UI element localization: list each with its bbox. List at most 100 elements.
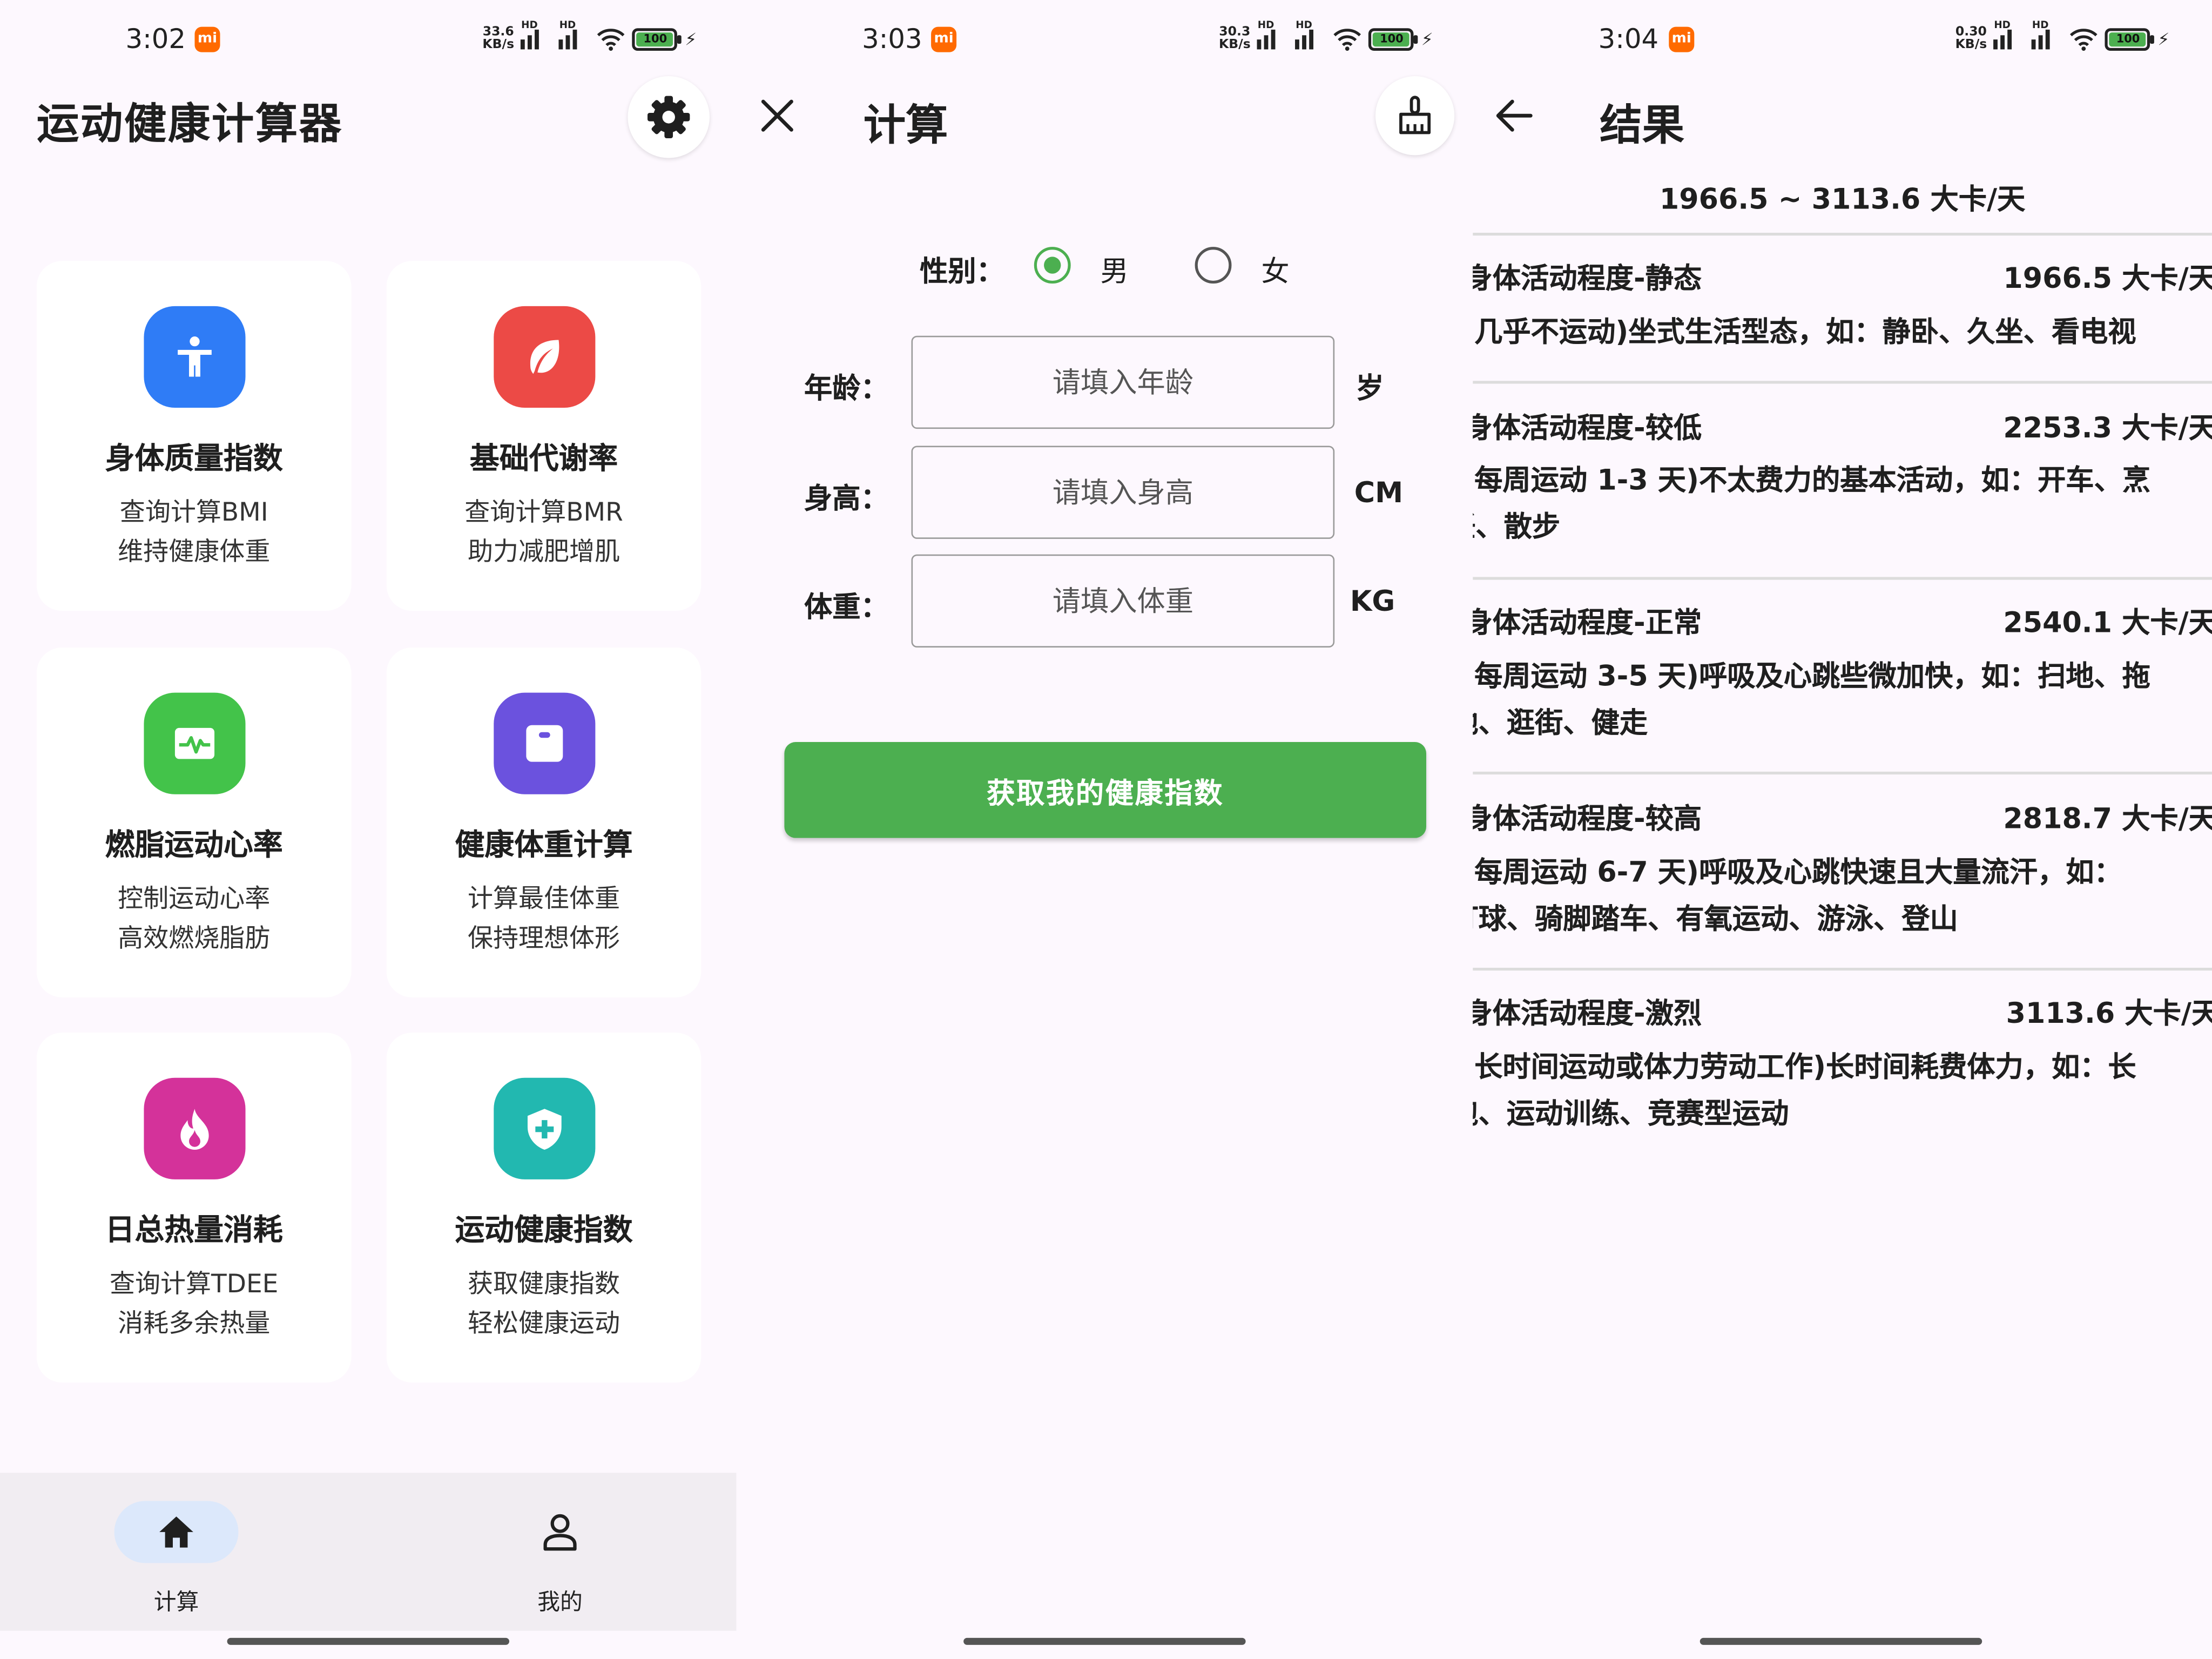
card-fat-burn-heart-rate[interactable]: 燃脂运动心率 控制运动心率 高效燃烧脂肪 bbox=[36, 648, 352, 997]
home-icon bbox=[159, 1516, 193, 1548]
broom-icon bbox=[1399, 96, 1431, 134]
net-speed: 30.3 KB/s bbox=[1218, 25, 1251, 52]
card-title: 健康体重计算 bbox=[455, 828, 633, 862]
card-subtitle: 轻松健康运动 bbox=[467, 1309, 621, 1339]
activity-level-name: 身体活动程度-较高 bbox=[1473, 801, 1702, 835]
height-input[interactable] bbox=[911, 446, 1335, 539]
gender-label: 性别： bbox=[920, 254, 1004, 288]
activity-level-desc: (每周运动 6-7 天)呼吸及心跳快速且大量流汗，如： bbox=[1473, 855, 2122, 889]
back-arrow-icon[interactable] bbox=[1493, 96, 1535, 136]
card-subtitle: 查询计算BMI bbox=[119, 498, 268, 528]
close-icon[interactable] bbox=[759, 96, 795, 136]
shield-plus-icon bbox=[494, 1077, 596, 1179]
get-health-index-button[interactable]: 获取我的健康指数 bbox=[784, 742, 1426, 838]
calorie-range: 1966.5 ~ 3113.6 大卡/天 bbox=[1659, 181, 2026, 216]
battery-icon: 100 bbox=[2105, 28, 2155, 51]
divider bbox=[1473, 233, 2212, 235]
gender-female-radio[interactable] bbox=[1195, 247, 1232, 284]
status-time: 3:03 bbox=[862, 24, 922, 55]
person-icon bbox=[543, 1514, 577, 1551]
nav-mine[interactable]: 我的 bbox=[498, 1501, 622, 1616]
gender-male-radio[interactable] bbox=[1034, 247, 1071, 284]
card-bmi[interactable]: 身体质量指数 查询计算BMI 维持健康体重 bbox=[36, 261, 352, 611]
heart-monitor-icon bbox=[144, 692, 246, 794]
age-input[interactable] bbox=[911, 335, 1335, 429]
height-unit: CM bbox=[1354, 475, 1404, 510]
bottom-navigation: 计算 我的 bbox=[0, 1473, 737, 1631]
activity-level-desc: (几乎不运动)坐式生活型态，如：静卧、久坐、看电视 bbox=[1473, 314, 2136, 349]
accessibility-icon bbox=[144, 306, 246, 408]
status-icons: 30.3 KB/s HD HD 100 ⚡ bbox=[1218, 20, 1433, 53]
gender-male-label: 男 bbox=[1100, 254, 1129, 288]
flame-icon bbox=[144, 1077, 246, 1179]
nav-active-indicator bbox=[114, 1501, 239, 1563]
card-subtitle: 查询计算BMR bbox=[464, 498, 623, 528]
settings-button[interactable] bbox=[628, 76, 710, 158]
result-screen: 3:04 mi 0.30 KB/s HD HD 100 ⚡ 结果 1966.5 ~… bbox=[1473, 0, 2212, 1659]
gender-female-label: 女 bbox=[1261, 254, 1290, 288]
clear-button[interactable] bbox=[1375, 76, 1455, 156]
divider bbox=[1473, 577, 2212, 579]
card-subtitle: 消耗多余热量 bbox=[118, 1309, 271, 1339]
card-sport-health-index[interactable]: 运动健康指数 获取健康指数 轻松健康运动 bbox=[386, 1033, 702, 1383]
card-title: 运动健康指数 bbox=[455, 1213, 633, 1247]
card-title: 燃脂运动心率 bbox=[105, 828, 283, 862]
activity-level-desc: 地、逛街、健走 bbox=[1473, 705, 1648, 739]
gear-icon bbox=[648, 96, 690, 139]
weight-input[interactable] bbox=[911, 554, 1335, 648]
nav-label: 我的 bbox=[537, 1588, 583, 1616]
home-screen: 3:02 mi 33.6 KB/s HD HD 100 ⚡ 运动健康计算器 身体… bbox=[0, 0, 737, 1659]
mi-notification-icon: mi bbox=[194, 26, 220, 52]
nav-calculate[interactable]: 计算 bbox=[114, 1501, 239, 1616]
gesture-bar[interactable] bbox=[227, 1637, 510, 1645]
activity-level-value: 1966.5 大卡/天 bbox=[2003, 261, 2212, 295]
activity-level-desc: (每周运动 1-3 天)不太费力的基本活动，如：开车、烹 bbox=[1473, 462, 2150, 497]
wifi-icon bbox=[1334, 29, 1362, 51]
charging-icon: ⚡ bbox=[2157, 29, 2170, 50]
charging-icon: ⚡ bbox=[685, 29, 697, 50]
card-subtitle: 获取健康指数 bbox=[467, 1270, 621, 1299]
card-subtitle: 高效燃烧脂肪 bbox=[118, 924, 271, 954]
activity-level-value: 3113.6 大卡/天 bbox=[2006, 996, 2212, 1030]
age-label: 年龄： bbox=[804, 371, 889, 405]
status-time: 3:04 bbox=[1598, 24, 1659, 55]
card-title: 日总热量消耗 bbox=[105, 1213, 283, 1247]
card-tdee[interactable]: 日总热量消耗 查询计算TDEE 消耗多余热量 bbox=[36, 1033, 352, 1383]
card-subtitle: 计算最佳体重 bbox=[467, 884, 621, 914]
divider bbox=[1473, 381, 2212, 383]
wifi-icon bbox=[598, 29, 625, 51]
gesture-bar[interactable] bbox=[1700, 1637, 1982, 1645]
status-icons: 33.6 KB/s HD HD 100 ⚡ bbox=[482, 20, 697, 53]
height-label: 身高： bbox=[804, 481, 889, 515]
gesture-bar[interactable] bbox=[963, 1637, 1246, 1645]
signal-icon: HD bbox=[1257, 20, 1289, 50]
divider bbox=[1473, 771, 2212, 774]
battery-icon: 100 bbox=[1369, 28, 1419, 51]
charging-icon: ⚡ bbox=[1421, 29, 1433, 50]
mi-notification-icon: mi bbox=[931, 26, 957, 52]
activity-level-name: 身体活动程度-正常 bbox=[1473, 605, 1702, 639]
signal-icon: HD bbox=[521, 20, 552, 50]
divider bbox=[1473, 968, 2212, 970]
card-subtitle: 查询计算TDEE bbox=[109, 1270, 279, 1299]
activity-level-value: 2540.1 大卡/天 bbox=[2003, 605, 2212, 639]
activity-level-value: 2818.7 大卡/天 bbox=[2003, 801, 2212, 835]
card-subtitle: 维持健康体重 bbox=[118, 537, 271, 568]
card-bmr[interactable]: 基础代谢率 查询计算BMR 助力减肥增肌 bbox=[386, 261, 702, 611]
activity-level-name: 身体活动程度-静态 bbox=[1473, 261, 1702, 295]
mi-notification-icon: mi bbox=[1669, 26, 1695, 52]
signal-icon: HD bbox=[1296, 20, 1326, 50]
status-bar: 3:04 mi 0.30 KB/s HD HD 100 ⚡ bbox=[1473, 0, 2212, 79]
signal-icon: HD bbox=[1994, 20, 2025, 50]
battery-icon: 100 bbox=[632, 28, 682, 51]
weight-label: 体重： bbox=[804, 589, 889, 624]
activity-level-desc: (长时间运动或体力劳动工作)长时间耗费体力，如：长 bbox=[1473, 1049, 2136, 1084]
card-healthy-weight[interactable]: 健康体重计算 计算最佳体重 保持理想体形 bbox=[386, 648, 702, 997]
page-title: 结果 bbox=[1600, 102, 1685, 151]
page-title: 计算 bbox=[863, 102, 948, 151]
signal-icon: HD bbox=[559, 20, 590, 50]
scale-icon bbox=[494, 692, 596, 794]
leaf-icon bbox=[494, 306, 596, 408]
activity-level-value: 2253.3 大卡/天 bbox=[2003, 410, 2212, 444]
card-subtitle: 保持理想体形 bbox=[467, 924, 621, 954]
